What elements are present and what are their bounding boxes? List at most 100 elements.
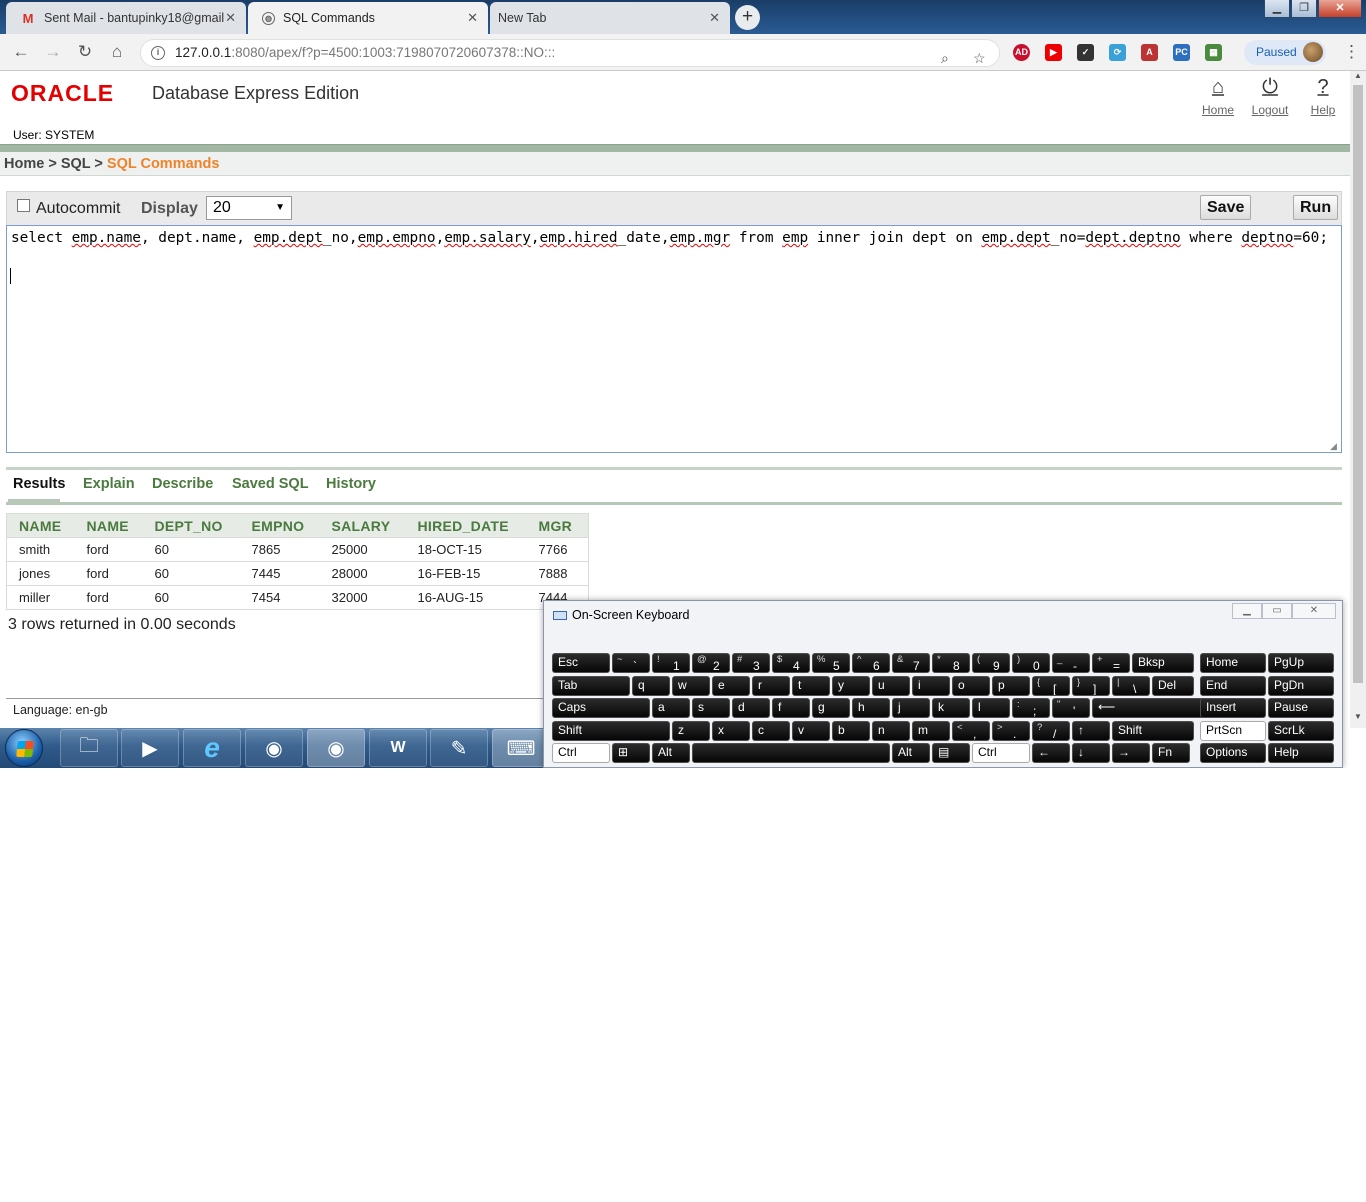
key-y[interactable]: y xyxy=(832,675,870,696)
key-k[interactable]: k xyxy=(932,698,970,718)
key[interactable]: >. xyxy=(992,720,1030,741)
key-9[interactable]: (9 xyxy=(972,653,1010,673)
tab-results[interactable]: Results xyxy=(13,476,65,492)
media-player-taskbar-icon[interactable]: ▶ xyxy=(121,729,179,767)
windows-key[interactable]: ⊞ xyxy=(612,743,650,763)
tab-new-tab[interactable]: New Tab ✕ xyxy=(490,2,730,34)
osk-taskbar-icon[interactable]: ⌨ xyxy=(492,729,550,767)
scrollbar-thumb[interactable] xyxy=(1353,85,1363,683)
key-p[interactable]: p xyxy=(992,675,1030,696)
key[interactable]: + = xyxy=(1092,653,1130,673)
address-bar[interactable]: i 127.0.0.1:8080/apex/f?p=4500:1003:7198… xyxy=(140,39,1000,67)
key-j[interactable]: j xyxy=(892,698,930,718)
pc-extension-icon[interactable]: PC xyxy=(1173,44,1190,61)
key-bksp[interactable]: Bksp xyxy=(1132,653,1194,673)
breadcrumb-sql[interactable]: SQL xyxy=(61,156,91,172)
key-b[interactable]: b xyxy=(832,720,870,741)
autocommit-checkbox[interactable] xyxy=(17,199,30,212)
menu-kebab-icon[interactable]: ⋮ xyxy=(1343,42,1360,62)
right-arrow-key[interactable]: → xyxy=(1112,743,1150,763)
logout-link[interactable]: ⏻ Logout xyxy=(1248,76,1292,117)
close-button[interactable]: ✕ xyxy=(1292,603,1336,619)
word-taskbar-icon[interactable]: W xyxy=(369,729,427,767)
key-o[interactable]: o xyxy=(952,675,990,696)
close-icon[interactable]: ✕ xyxy=(225,10,236,26)
key-options[interactable]: Options xyxy=(1200,743,1266,763)
pdf-extension-icon[interactable]: A xyxy=(1141,44,1158,61)
key-7[interactable]: & 7 xyxy=(892,653,930,673)
run-button[interactable]: Run xyxy=(1293,195,1339,220)
key-insert[interactable]: Insert xyxy=(1200,698,1266,718)
key-0[interactable]: ) 0 xyxy=(1012,653,1050,673)
sync-extension-icon[interactable]: ⟳ xyxy=(1109,44,1126,61)
key-8[interactable]: * 8 xyxy=(932,653,970,673)
close-icon[interactable]: ✕ xyxy=(709,10,720,26)
page-scrollbar[interactable]: ▲ ▼ xyxy=(1350,71,1366,728)
key-u[interactable]: u xyxy=(872,675,910,696)
key-d[interactable]: d xyxy=(732,698,770,718)
key[interactable]: ~ ` xyxy=(612,653,650,673)
key-s[interactable]: s xyxy=(692,698,730,718)
key[interactable]: _ - xyxy=(1052,653,1090,673)
key-pause[interactable]: Pause xyxy=(1268,698,1334,718)
key-w[interactable]: w xyxy=(672,675,710,696)
key-end[interactable]: End xyxy=(1200,675,1266,696)
key-shift[interactable]: Shift xyxy=(1112,720,1194,741)
reload-icon[interactable]: ↻ xyxy=(74,42,96,62)
key[interactable]: {[ xyxy=(1032,675,1070,696)
sql-editor[interactable]: select emp.name, dept.name, emp.dept_no,… xyxy=(6,225,1342,453)
key-t[interactable]: t xyxy=(792,675,830,696)
menu-key[interactable]: ▤ xyxy=(932,743,970,763)
key-shift[interactable]: Shift xyxy=(552,720,670,741)
key-5[interactable]: % 5 xyxy=(812,653,850,673)
key-a[interactable]: a xyxy=(652,698,690,718)
key-x[interactable]: x xyxy=(712,720,750,741)
minimize-button[interactable]: ▁ xyxy=(1232,603,1262,619)
key-r[interactable]: r xyxy=(752,675,790,696)
tab-sql-commands[interactable]: ◍ SQL Commands ✕ xyxy=(248,2,488,34)
key-tab[interactable]: Tab xyxy=(552,675,630,696)
display-select[interactable]: 20 ▼ xyxy=(206,196,292,220)
home-icon[interactable]: ⌂ xyxy=(106,42,128,62)
zoom-icon[interactable]: ⌕ xyxy=(941,45,949,71)
new-tab-button[interactable]: + xyxy=(735,5,760,30)
maximize-button[interactable]: ▭ xyxy=(1262,603,1292,619)
adblock-extension-icon[interactable]: AD xyxy=(1013,44,1030,61)
key-f[interactable]: f xyxy=(772,698,810,718)
scroll-up-icon[interactable]: ▲ xyxy=(1354,71,1362,80)
key-h[interactable]: h xyxy=(852,698,890,718)
key-fn[interactable]: Fn xyxy=(1152,743,1190,763)
key-e[interactable]: e xyxy=(712,675,750,696)
tab-gmail[interactable]: M Sent Mail - bantupinky18@gmail ✕ xyxy=(6,2,246,34)
back-icon[interactable]: ← xyxy=(10,42,32,62)
key[interactable]: " ' xyxy=(1052,698,1090,718)
key-z[interactable]: z xyxy=(672,720,710,741)
up-arrow-key[interactable]: ↑ xyxy=(1072,720,1110,741)
key-4[interactable]: $4 xyxy=(772,653,810,673)
minimize-button[interactable]: ▁ xyxy=(1264,0,1290,18)
key-l[interactable]: l xyxy=(972,698,1010,718)
avatar[interactable] xyxy=(1303,42,1323,62)
tab-history[interactable]: History xyxy=(326,476,376,492)
key-i[interactable]: i xyxy=(912,675,950,696)
key-3[interactable]: #3 xyxy=(732,653,770,673)
chrome-active-taskbar-icon[interactable]: ◉ xyxy=(307,729,365,767)
tab-explain[interactable]: Explain xyxy=(83,476,135,492)
breadcrumb-home[interactable]: Home xyxy=(4,156,44,172)
close-icon[interactable]: ✕ xyxy=(467,10,478,26)
tab-describe[interactable]: Describe xyxy=(152,476,213,492)
resize-grip-icon[interactable]: ◢ xyxy=(1330,441,1337,452)
key-alt[interactable]: Alt xyxy=(652,743,690,763)
down-arrow-key[interactable]: ↓ xyxy=(1072,743,1110,763)
close-window-button[interactable]: ✕ xyxy=(1318,0,1362,18)
enter-key[interactable]: ⟵ xyxy=(1092,698,1214,718)
home-link[interactable]: ⌂ Home xyxy=(1199,76,1237,117)
bookmark-star-icon[interactable]: ☆ xyxy=(973,45,986,71)
key-pgdn[interactable]: PgDn xyxy=(1268,675,1334,696)
key[interactable]: | \ xyxy=(1112,675,1150,696)
checkmark-extension-icon[interactable]: ✓ xyxy=(1077,44,1094,61)
key-prtscn[interactable]: PrtScn xyxy=(1200,720,1266,741)
key-c[interactable]: c xyxy=(752,720,790,741)
key-scrlk[interactable]: ScrLk xyxy=(1268,720,1334,741)
key-pgup[interactable]: PgUp xyxy=(1268,653,1334,673)
